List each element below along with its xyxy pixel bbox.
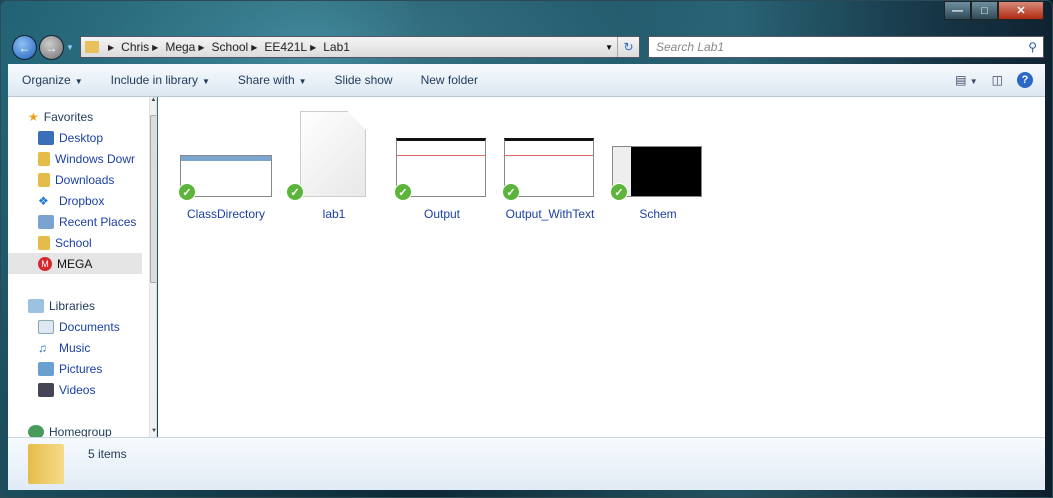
nav-mega[interactable]: M MEGA	[8, 253, 142, 274]
preview-pane-icon[interactable]: ◫	[992, 73, 1003, 87]
nav-desktop[interactable]: Desktop	[38, 127, 103, 148]
sync-check-icon: ✓	[286, 183, 304, 201]
music-icon: ♫	[38, 340, 47, 355]
star-icon: ★	[28, 109, 39, 124]
chevron-right-icon[interactable]: ▶	[152, 43, 158, 52]
maximize-button[interactable]: □	[971, 1, 998, 20]
search-placeholder: Search Lab1	[656, 40, 725, 54]
sync-check-icon: ✓	[610, 183, 628, 201]
breadcrumb-chris[interactable]: Chris	[121, 40, 149, 54]
organize-button[interactable]: Organize ▼	[8, 73, 97, 87]
file-item[interactable]: ✓ Output_WithText	[500, 103, 600, 223]
libraries-icon	[28, 298, 44, 313]
homegroup-icon	[28, 424, 44, 437]
desktop-icon	[38, 130, 54, 145]
nav-dropbox[interactable]: ❖ Dropbox	[38, 190, 104, 211]
file-name: ClassDirectory	[186, 207, 265, 221]
address-bar[interactable]: ▶ Chris ▶ Mega ▶ School ▶ EE421L ▶ Lab1 ▼ ↻	[80, 36, 640, 58]
search-icon[interactable]: ⚲	[1028, 40, 1037, 54]
file-item[interactable]: ✓ Schem	[608, 103, 708, 223]
nav-scrollbar[interactable]: ▲ ▼	[149, 97, 156, 437]
share-with-button[interactable]: Share with ▼	[224, 73, 321, 87]
nav-homegroup[interactable]: Homegroup	[28, 421, 112, 437]
breadcrumb-ee421l[interactable]: EE421L	[264, 40, 307, 54]
file-name: lab1	[322, 207, 346, 221]
back-button[interactable]: ←	[12, 35, 37, 60]
folder-icon	[38, 151, 50, 166]
nav-videos[interactable]: Videos	[38, 379, 95, 400]
address-dropdown-icon[interactable]: ▼	[605, 43, 613, 52]
nav-music[interactable]: ♫ Music	[38, 337, 90, 358]
downloads-folder-icon	[38, 172, 50, 187]
nav-school[interactable]: School	[38, 232, 92, 253]
sync-check-icon: ✓	[502, 183, 520, 201]
sync-check-icon: ✓	[178, 183, 196, 201]
help-icon[interactable]: ?	[1017, 72, 1033, 88]
nav-windows-downloads[interactable]: Windows Dowr	[38, 148, 135, 169]
include-in-library-button[interactable]: Include in library ▼	[97, 73, 224, 87]
file-item[interactable]: ✓ lab1	[284, 103, 384, 223]
details-pane: 5 items	[8, 437, 1045, 490]
nav-favorites[interactable]: ★ Favorites	[28, 106, 93, 127]
file-name: Output_WithText	[505, 207, 595, 221]
nav-pictures[interactable]: Pictures	[38, 358, 102, 379]
change-view-icon[interactable]: ▤ ▼	[955, 73, 978, 87]
recent-pages-dropdown[interactable]: ▼	[66, 43, 74, 52]
chevron-right-icon[interactable]: ▶	[198, 43, 204, 52]
folder-icon	[85, 41, 99, 53]
minimize-button[interactable]: —	[944, 1, 971, 20]
file-name: Schem	[639, 207, 677, 221]
refresh-icon[interactable]: ↻	[617, 37, 639, 57]
recent-places-icon	[38, 214, 54, 229]
chevron-right-icon[interactable]: ▶	[310, 43, 316, 52]
command-bar: Organize ▼ Include in library ▼ Share with…	[8, 64, 1045, 97]
dropbox-icon: ❖	[38, 193, 49, 208]
videos-icon	[38, 382, 54, 397]
close-button[interactable]: ✕	[998, 1, 1044, 20]
folder-icon	[28, 444, 64, 484]
scrollbar-thumb[interactable]	[150, 115, 156, 283]
breadcrumb-lab1[interactable]: Lab1	[323, 40, 350, 54]
search-input[interactable]: Search Lab1 ⚲	[648, 36, 1044, 58]
chevron-right-icon[interactable]: ▶	[251, 43, 257, 52]
document-icon	[300, 111, 366, 197]
chevron-right-icon[interactable]: ▶	[108, 43, 114, 52]
navigation-pane: ★ Favorites Desktop Windows Dowr Download…	[8, 97, 157, 437]
forward-button[interactable]: →	[39, 35, 64, 60]
pictures-icon	[38, 361, 54, 376]
folder-icon	[38, 235, 50, 250]
nav-documents[interactable]: Documents	[38, 316, 120, 337]
sync-check-icon: ✓	[394, 183, 412, 201]
file-name: Output	[423, 207, 461, 221]
nav-recent-places[interactable]: Recent Places	[38, 211, 136, 232]
file-item[interactable]: ✓ ClassDirectory	[176, 103, 276, 223]
file-item[interactable]: ✓ Output	[392, 103, 492, 223]
documents-icon	[38, 319, 54, 334]
item-count: 5 items	[88, 447, 127, 461]
breadcrumb-school[interactable]: School	[212, 40, 249, 54]
nav-libraries[interactable]: Libraries	[28, 295, 95, 316]
navigation-buttons: ← → ▼	[12, 35, 74, 60]
slide-show-button[interactable]: Slide show	[321, 73, 407, 87]
mega-icon: M	[38, 256, 52, 271]
file-list: ✓ ClassDirectory ✓ lab1 ✓ Output ✓ Outpu…	[158, 97, 1045, 437]
breadcrumb-mega[interactable]: Mega	[165, 40, 195, 54]
new-folder-button[interactable]: New folder	[407, 73, 492, 87]
nav-downloads[interactable]: Downloads	[38, 169, 114, 190]
